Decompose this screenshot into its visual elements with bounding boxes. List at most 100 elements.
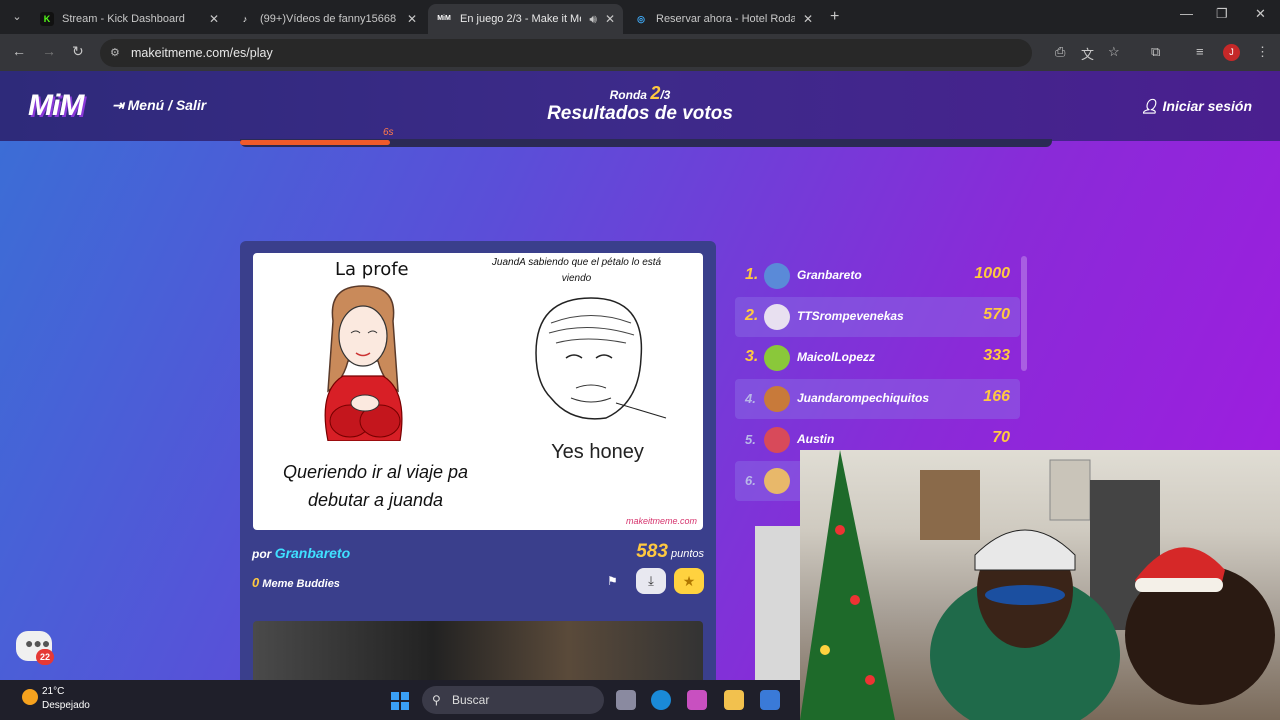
meme-left-label: La profe — [335, 259, 409, 280]
by-label: por — [252, 547, 272, 561]
tab-hotel[interactable]: ◎ Reservar ahora - Hotel Rodade ✕ — [626, 4, 821, 34]
download-button[interactable]: ⤓ — [636, 568, 666, 594]
login-button[interactable]: 👤︎ Iniciar sesión — [1141, 98, 1252, 115]
close-tab-icon[interactable]: ✕ — [407, 12, 417, 26]
kebab-menu-icon[interactable]: ⋮ — [1256, 44, 1269, 60]
points-label: puntos — [670, 548, 704, 560]
hotel-icon: ◎ — [637, 14, 645, 24]
round-total: /3 — [660, 88, 671, 102]
report-flag-icon[interactable]: ⚑ — [607, 574, 618, 588]
timer-progress-fill — [240, 140, 391, 145]
tab-kick-dashboard[interactable]: K Stream - Kick Dashboard ✕ — [32, 4, 227, 34]
close-tab-icon[interactable]: ✕ — [803, 12, 813, 26]
profile-avatar[interactable]: J — [1223, 44, 1240, 61]
tab-title: (99+)Vídeos de fanny15668 (@ — [260, 13, 399, 25]
new-tab-icon[interactable]: + — [830, 8, 839, 26]
webcam-overlay — [800, 450, 1280, 720]
search-placeholder: Buscar — [452, 693, 490, 707]
store-icon[interactable] — [760, 690, 780, 710]
player-name: Granbareto — [797, 268, 862, 282]
meme-points: 583 puntos — [636, 541, 704, 563]
player-name: Austin — [797, 432, 835, 446]
meme-card: La profe Queriendo ir al viaje pa debuta… — [240, 241, 716, 680]
extensions-icon[interactable]: ⧉ — [1151, 44, 1160, 60]
tab-title: En juego 2/3 - Make it Mem — [460, 13, 582, 25]
buddies-value: 0 — [252, 575, 260, 590]
file-explorer-icon[interactable] — [724, 690, 744, 710]
points-value: 583 — [636, 541, 668, 562]
rank-position: 5. — [745, 432, 756, 447]
author-name[interactable]: Granbareto — [275, 545, 350, 561]
kick-icon: K — [40, 12, 54, 26]
webcam-scene — [800, 450, 1275, 720]
watermark: makeitmeme.com — [625, 516, 697, 526]
restore-icon[interactable]: ❐ — [1216, 6, 1228, 22]
search-icon: ⚲ — [432, 693, 441, 707]
meme-right-caption: Yes honey — [551, 441, 644, 463]
rank-position: 2. — [745, 307, 759, 324]
player-avatar — [764, 427, 790, 453]
player-score: 70 — [992, 429, 1010, 446]
buddies-label: Meme Buddies — [262, 578, 340, 590]
tab-search-button[interactable]: ⌄ — [6, 7, 28, 27]
rank-position: 6. — [745, 473, 756, 488]
ranking-row: 2. TTSrompevenekas 570 — [735, 297, 1020, 337]
rank-position: 4. — [745, 391, 756, 406]
player-score: 166 — [983, 388, 1010, 405]
close-tab-icon[interactable]: ✕ — [605, 12, 615, 26]
install-app-icon[interactable]: ⎙ — [1055, 44, 1065, 60]
translate-icon[interactable]: 文 — [1081, 44, 1094, 63]
minimize-icon[interactable]: — — [1180, 6, 1193, 21]
bookmark-star-icon[interactable]: ☆ — [1108, 44, 1120, 60]
media-control-icon[interactable]: ≡ — [1196, 44, 1204, 59]
tab-title: Stream - Kick Dashboard — [62, 13, 185, 25]
player-name: TTSrompevenekas — [797, 309, 904, 323]
round-label: Ronda — [609, 88, 647, 102]
close-window-icon[interactable]: ✕ — [1255, 6, 1266, 22]
player-score: 570 — [983, 306, 1010, 323]
weather-condition: Despejado — [42, 700, 90, 711]
weather-moon-icon — [22, 689, 38, 705]
tab-make-it-meme[interactable]: MiM En juego 2/3 - Make it Mem 🔊︎ ✕ — [428, 4, 623, 34]
player-avatar — [764, 386, 790, 412]
task-view-icon[interactable] — [616, 690, 636, 710]
tiktok-icon: ♪ — [242, 14, 248, 24]
player-name: MaicolLopezz — [797, 350, 876, 364]
taskbar-search[interactable]: ⚲ Buscar — [422, 686, 604, 714]
copilot-icon[interactable] — [687, 690, 707, 710]
player-score: 333 — [983, 347, 1010, 364]
edge-icon[interactable] — [651, 690, 671, 710]
windows-start-icon[interactable] — [391, 692, 409, 710]
chat-button[interactable]: ●●● 22 — [16, 631, 54, 665]
browser-toolbar: ← → ↻ ⚙ makeitmeme.com/es/play ⎙ 文 ☆ ⧉ ≡… — [0, 34, 1280, 71]
page-title: Resultados de votos — [547, 103, 733, 124]
rank-position: 1. — [745, 266, 759, 283]
round-indicator: Ronda 2/3 — [0, 83, 1280, 104]
old-man-drawing — [535, 297, 667, 420]
player-name: Juandarompechiquitos — [797, 391, 930, 405]
site-info-icon[interactable]: ⚙ — [110, 39, 120, 67]
tab-strip: ⌄ K Stream - Kick Dashboard ✕ ♪ (99+)Víd… — [0, 0, 1280, 34]
meme-image[interactable]: La profe Queriendo ir al viaje pa debuta… — [253, 253, 703, 530]
ranking-scrollbar[interactable] — [1021, 256, 1027, 371]
player-avatar — [764, 263, 790, 289]
ranking-row: 4. Juandarompechiquitos 166 — [735, 379, 1020, 419]
reload-icon[interactable]: ↻ — [72, 43, 84, 60]
player-avatar — [764, 304, 790, 330]
address-bar[interactable]: ⚙ makeitmeme.com/es/play — [100, 39, 1032, 67]
girl-drawing — [324, 285, 403, 441]
speaker-icon[interactable]: 🔊︎ — [589, 12, 597, 27]
rank-position: 3. — [745, 348, 759, 365]
tab-tiktok[interactable]: ♪ (99+)Vídeos de fanny15668 (@ ✕ — [230, 4, 425, 34]
back-icon[interactable]: ← — [12, 43, 26, 59]
close-tab-icon[interactable]: ✕ — [209, 12, 219, 26]
round-current: 2 — [650, 83, 661, 103]
favorite-button[interactable]: ★ — [674, 568, 704, 594]
weather-temp: 21°C — [42, 686, 65, 697]
forward-icon[interactable]: → — [42, 43, 56, 59]
next-meme-image[interactable] — [253, 621, 703, 680]
meme-author: por Granbareto — [252, 545, 350, 561]
player-avatar — [764, 345, 790, 371]
ranking-row: 1. Granbareto 1000 — [735, 256, 1020, 296]
url-text: makeitmeme.com/es/play — [131, 46, 273, 60]
